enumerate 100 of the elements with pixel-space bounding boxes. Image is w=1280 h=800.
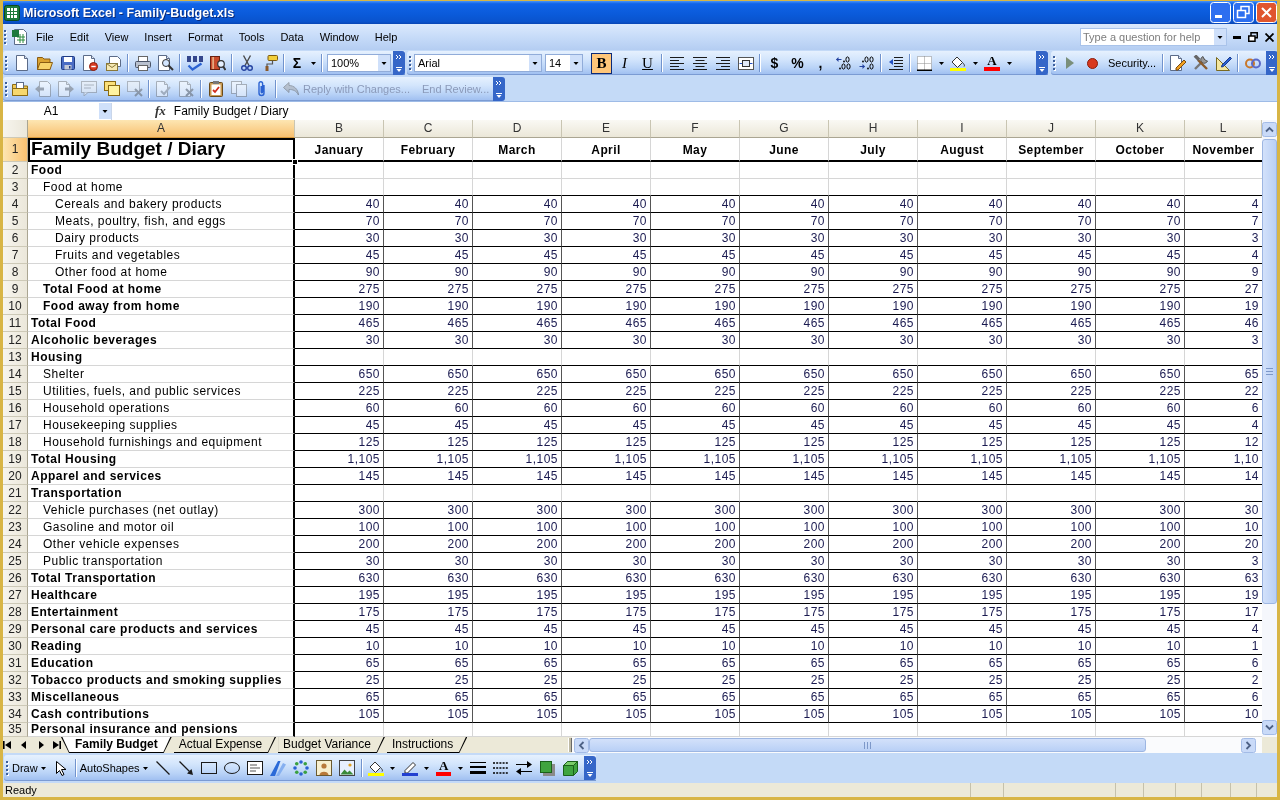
scroll-left-icon[interactable]: [574, 737, 589, 753]
open-folder-icon[interactable]: [36, 56, 53, 70]
row-header[interactable]: 21: [3, 485, 28, 502]
align-left-icon[interactable]: [669, 56, 684, 70]
pen-icon[interactable]: [401, 760, 418, 776]
toolbar-grip-icon[interactable]: [409, 55, 412, 71]
help-search-field[interactable]: Type a question for help: [1080, 28, 1227, 46]
column-header[interactable]: K: [1096, 120, 1185, 138]
row-header[interactable]: 30: [3, 638, 28, 655]
scrollbar-thumb[interactable]: [1262, 139, 1277, 604]
arrow-icon[interactable]: [179, 761, 194, 775]
row-header[interactable]: 22: [3, 502, 28, 519]
menu-item[interactable]: Help: [366, 27, 406, 47]
row-header[interactable]: 10: [3, 298, 28, 315]
caret-icon[interactable]: [972, 61, 978, 65]
caret-icon[interactable]: [390, 766, 396, 770]
last-sheet-icon[interactable]: [53, 741, 61, 749]
column-header[interactable]: L: [1185, 120, 1262, 138]
caret-icon[interactable]: [310, 61, 316, 65]
text-box-icon[interactable]: [247, 761, 264, 775]
row-header[interactable]: 9: [3, 281, 28, 298]
name-box[interactable]: A1: [3, 102, 112, 120]
font-color-button[interactable]: A: [432, 757, 455, 779]
decrease-indent-icon[interactable]: [888, 56, 903, 70]
column-header[interactable]: G: [740, 120, 829, 138]
row-header[interactable]: 13: [3, 349, 28, 366]
spreadsheet-icon[interactable]: [4, 4, 20, 21]
insert-function-button[interactable]: fx: [155, 103, 166, 119]
restore-icon[interactable]: [1248, 32, 1258, 42]
workbook-icon[interactable]: [12, 29, 28, 45]
toolbar-options-icon[interactable]: [584, 756, 596, 780]
row-header[interactable]: 34: [3, 706, 28, 723]
row-header[interactable]: 24: [3, 536, 28, 553]
vertical-scrollbar[interactable]: [1262, 120, 1277, 737]
menu-item[interactable]: Insert: [136, 27, 180, 47]
first-sheet-icon[interactable]: [3, 741, 11, 749]
record-icon[interactable]: [1087, 57, 1098, 69]
shadow-icon[interactable]: [539, 760, 555, 776]
row-header[interactable]: 3: [3, 179, 28, 196]
scroll-down-icon[interactable]: [1262, 720, 1277, 735]
column-header[interactable]: D: [473, 120, 562, 138]
column-header[interactable]: A: [28, 120, 295, 138]
zoom-dropdown[interactable]: 100%: [327, 54, 391, 72]
row-header[interactable]: 29: [3, 621, 28, 638]
row-header[interactable]: 7: [3, 247, 28, 264]
scroll-right-icon[interactable]: [1241, 737, 1256, 753]
row-header[interactable]: 19: [3, 451, 28, 468]
row-header[interactable]: 26: [3, 570, 28, 587]
scroll-up-icon[interactable]: [1262, 122, 1277, 137]
image-icon[interactable]: [339, 760, 356, 776]
minimize-icon[interactable]: [1233, 35, 1241, 39]
play-icon[interactable]: [1065, 57, 1074, 69]
clipboard-icon[interactable]: [208, 80, 223, 97]
toolbar-grip-icon[interactable]: [1053, 55, 1056, 71]
underline-button[interactable]: U: [637, 52, 658, 74]
column-header[interactable]: H: [829, 120, 918, 138]
toolbar-options-icon[interactable]: [1036, 51, 1048, 75]
align-center-icon[interactable]: [692, 56, 707, 70]
percent-button[interactable]: %: [786, 52, 809, 74]
caret-icon[interactable]: [938, 61, 944, 65]
column-header[interactable]: B: [295, 120, 384, 138]
decrease-decimal-icon[interactable]: [858, 56, 875, 70]
row-header[interactable]: 23: [3, 519, 28, 536]
sheet-tab[interactable]: Budget Variance: [278, 737, 385, 753]
rectangle-icon[interactable]: [201, 762, 218, 774]
chain-link-icon[interactable]: [1244, 57, 1261, 69]
row-header[interactable]: 6: [3, 230, 28, 247]
toolbar-options-icon[interactable]: [493, 76, 506, 101]
autosum-button[interactable]: Σ: [287, 52, 307, 74]
book-magnifier-icon[interactable]: [209, 55, 226, 71]
scrollbar-thumb[interactable]: [589, 738, 1146, 752]
row-header[interactable]: 32: [3, 672, 28, 689]
line-icon[interactable]: [156, 761, 171, 775]
row-header[interactable]: 35: [3, 723, 28, 737]
previous-sheet-icon[interactable]: [21, 741, 26, 749]
caret-icon[interactable]: [458, 766, 464, 770]
row-header[interactable]: 4: [3, 196, 28, 213]
comma-style-button[interactable]: ,: [809, 52, 832, 74]
close-icon[interactable]: [1264, 32, 1274, 42]
toolbar-grip-icon[interactable]: [6, 760, 9, 776]
row-header[interactable]: 33: [3, 689, 28, 706]
scissors-icon[interactable]: [240, 55, 253, 71]
menu-item[interactable]: Window: [311, 27, 367, 47]
pointer-icon[interactable]: [56, 760, 67, 776]
column-header[interactable]: F: [651, 120, 740, 138]
dash-style-icon[interactable]: [493, 762, 510, 774]
row-header[interactable]: 17: [3, 417, 28, 434]
menu-item[interactable]: Tools: [230, 27, 273, 47]
row-header[interactable]: 31: [3, 655, 28, 672]
framed-silhouette-icon[interactable]: [316, 760, 333, 776]
align-right-icon[interactable]: [715, 56, 730, 70]
oval-icon[interactable]: [224, 762, 241, 774]
print-icon[interactable]: [134, 55, 151, 71]
toolbar-grip-icon[interactable]: [5, 80, 8, 97]
merge-cells-icon[interactable]: [737, 56, 754, 70]
menu-item[interactable]: Data: [272, 27, 312, 47]
italic-button[interactable]: I: [614, 52, 635, 74]
toolbar-grip-icon[interactable]: [4, 29, 7, 45]
row-header[interactable]: 28: [3, 604, 28, 621]
caret-icon[interactable]: [142, 766, 148, 770]
